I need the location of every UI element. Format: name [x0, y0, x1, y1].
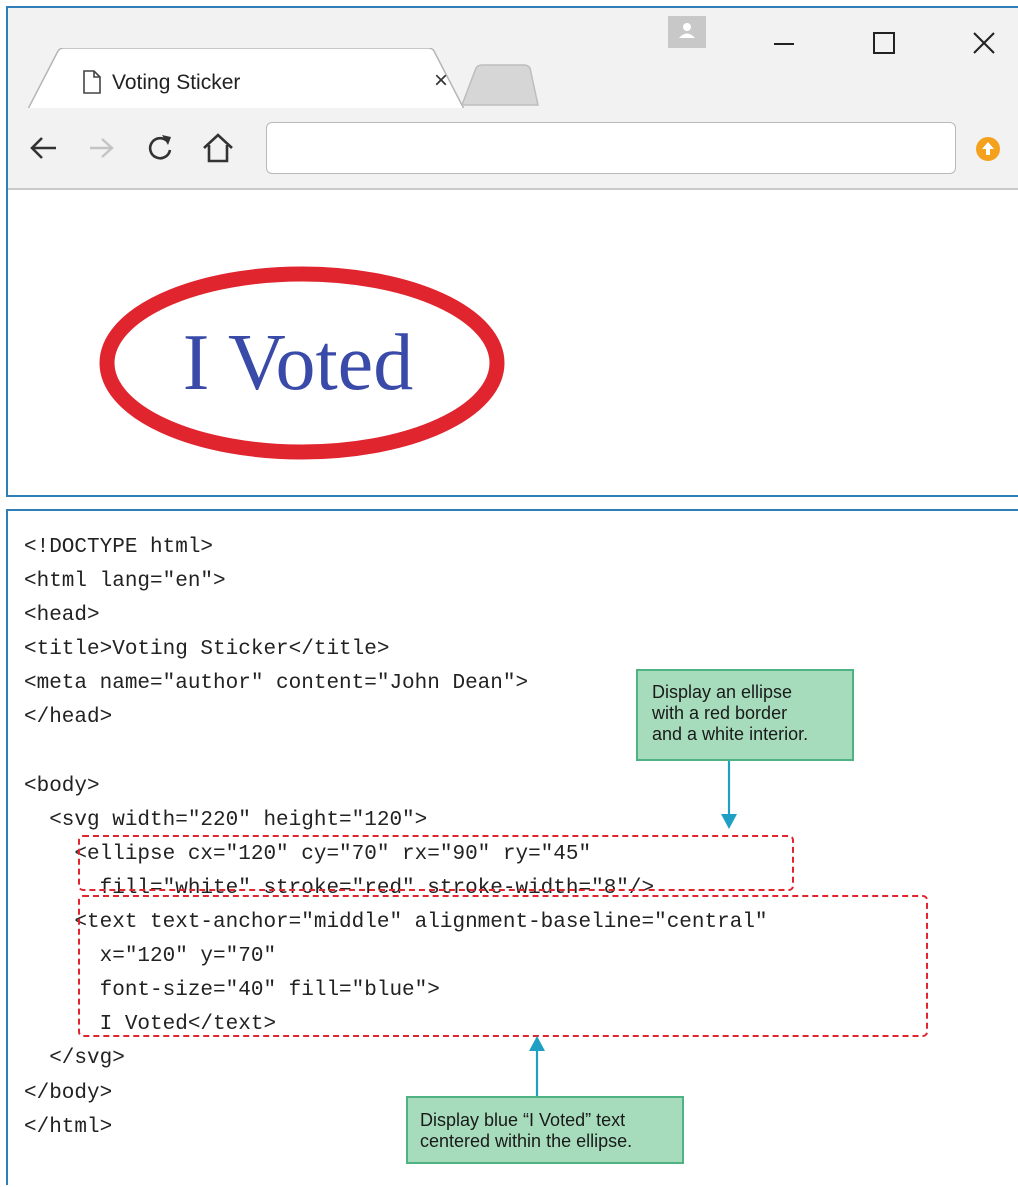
page-viewport: I Voted — [8, 190, 1018, 495]
sticker-text: I Voted — [183, 319, 413, 407]
page-icon — [82, 70, 102, 99]
new-tab-button[interactable] — [460, 64, 540, 111]
callout-line: Display blue “I Voted” text — [420, 1110, 626, 1130]
callout-line: with a red border — [652, 703, 788, 723]
title-bar: Voting Sticker × — [8, 8, 1018, 111]
profile-icon[interactable] — [668, 16, 706, 48]
code-panel: <!DOCTYPE html> <html lang="en"> <head> <ti… — [6, 509, 1018, 1185]
callout-line: and a white interior. — [652, 724, 809, 744]
tab-voting-sticker[interactable]: Voting Sticker × — [28, 48, 464, 110]
ellipse-callout-arrowhead — [721, 814, 737, 829]
forward-arrow-icon[interactable] — [82, 128, 122, 168]
minimize-icon[interactable] — [766, 22, 806, 62]
callout-arrows — [529, 761, 737, 1096]
tab-title: Voting Sticker — [112, 71, 241, 94]
tab-close-icon[interactable]: × — [428, 68, 454, 94]
back-arrow-icon[interactable] — [24, 128, 64, 168]
ellipse-callout: Display an ellipse with a red border and… — [636, 669, 854, 761]
maximize-icon[interactable] — [866, 22, 906, 62]
browser-window: Voting Sticker × I Voted — [6, 6, 1018, 497]
reload-icon[interactable] — [140, 128, 180, 168]
callout-line: Display an ellipse — [652, 682, 793, 702]
voting-sticker: I Voted — [99, 266, 505, 460]
text-callout-arrowhead — [529, 1036, 545, 1051]
callout-line: centered within the ellipse. — [420, 1131, 633, 1151]
update-icon[interactable] — [975, 136, 1001, 167]
toolbar — [8, 108, 1018, 190]
text-callout: Display blue “I Voted” text centered wit… — [406, 1096, 684, 1164]
home-icon[interactable] — [198, 128, 238, 168]
address-bar[interactable] — [266, 122, 956, 174]
close-window-icon[interactable] — [964, 22, 1004, 62]
